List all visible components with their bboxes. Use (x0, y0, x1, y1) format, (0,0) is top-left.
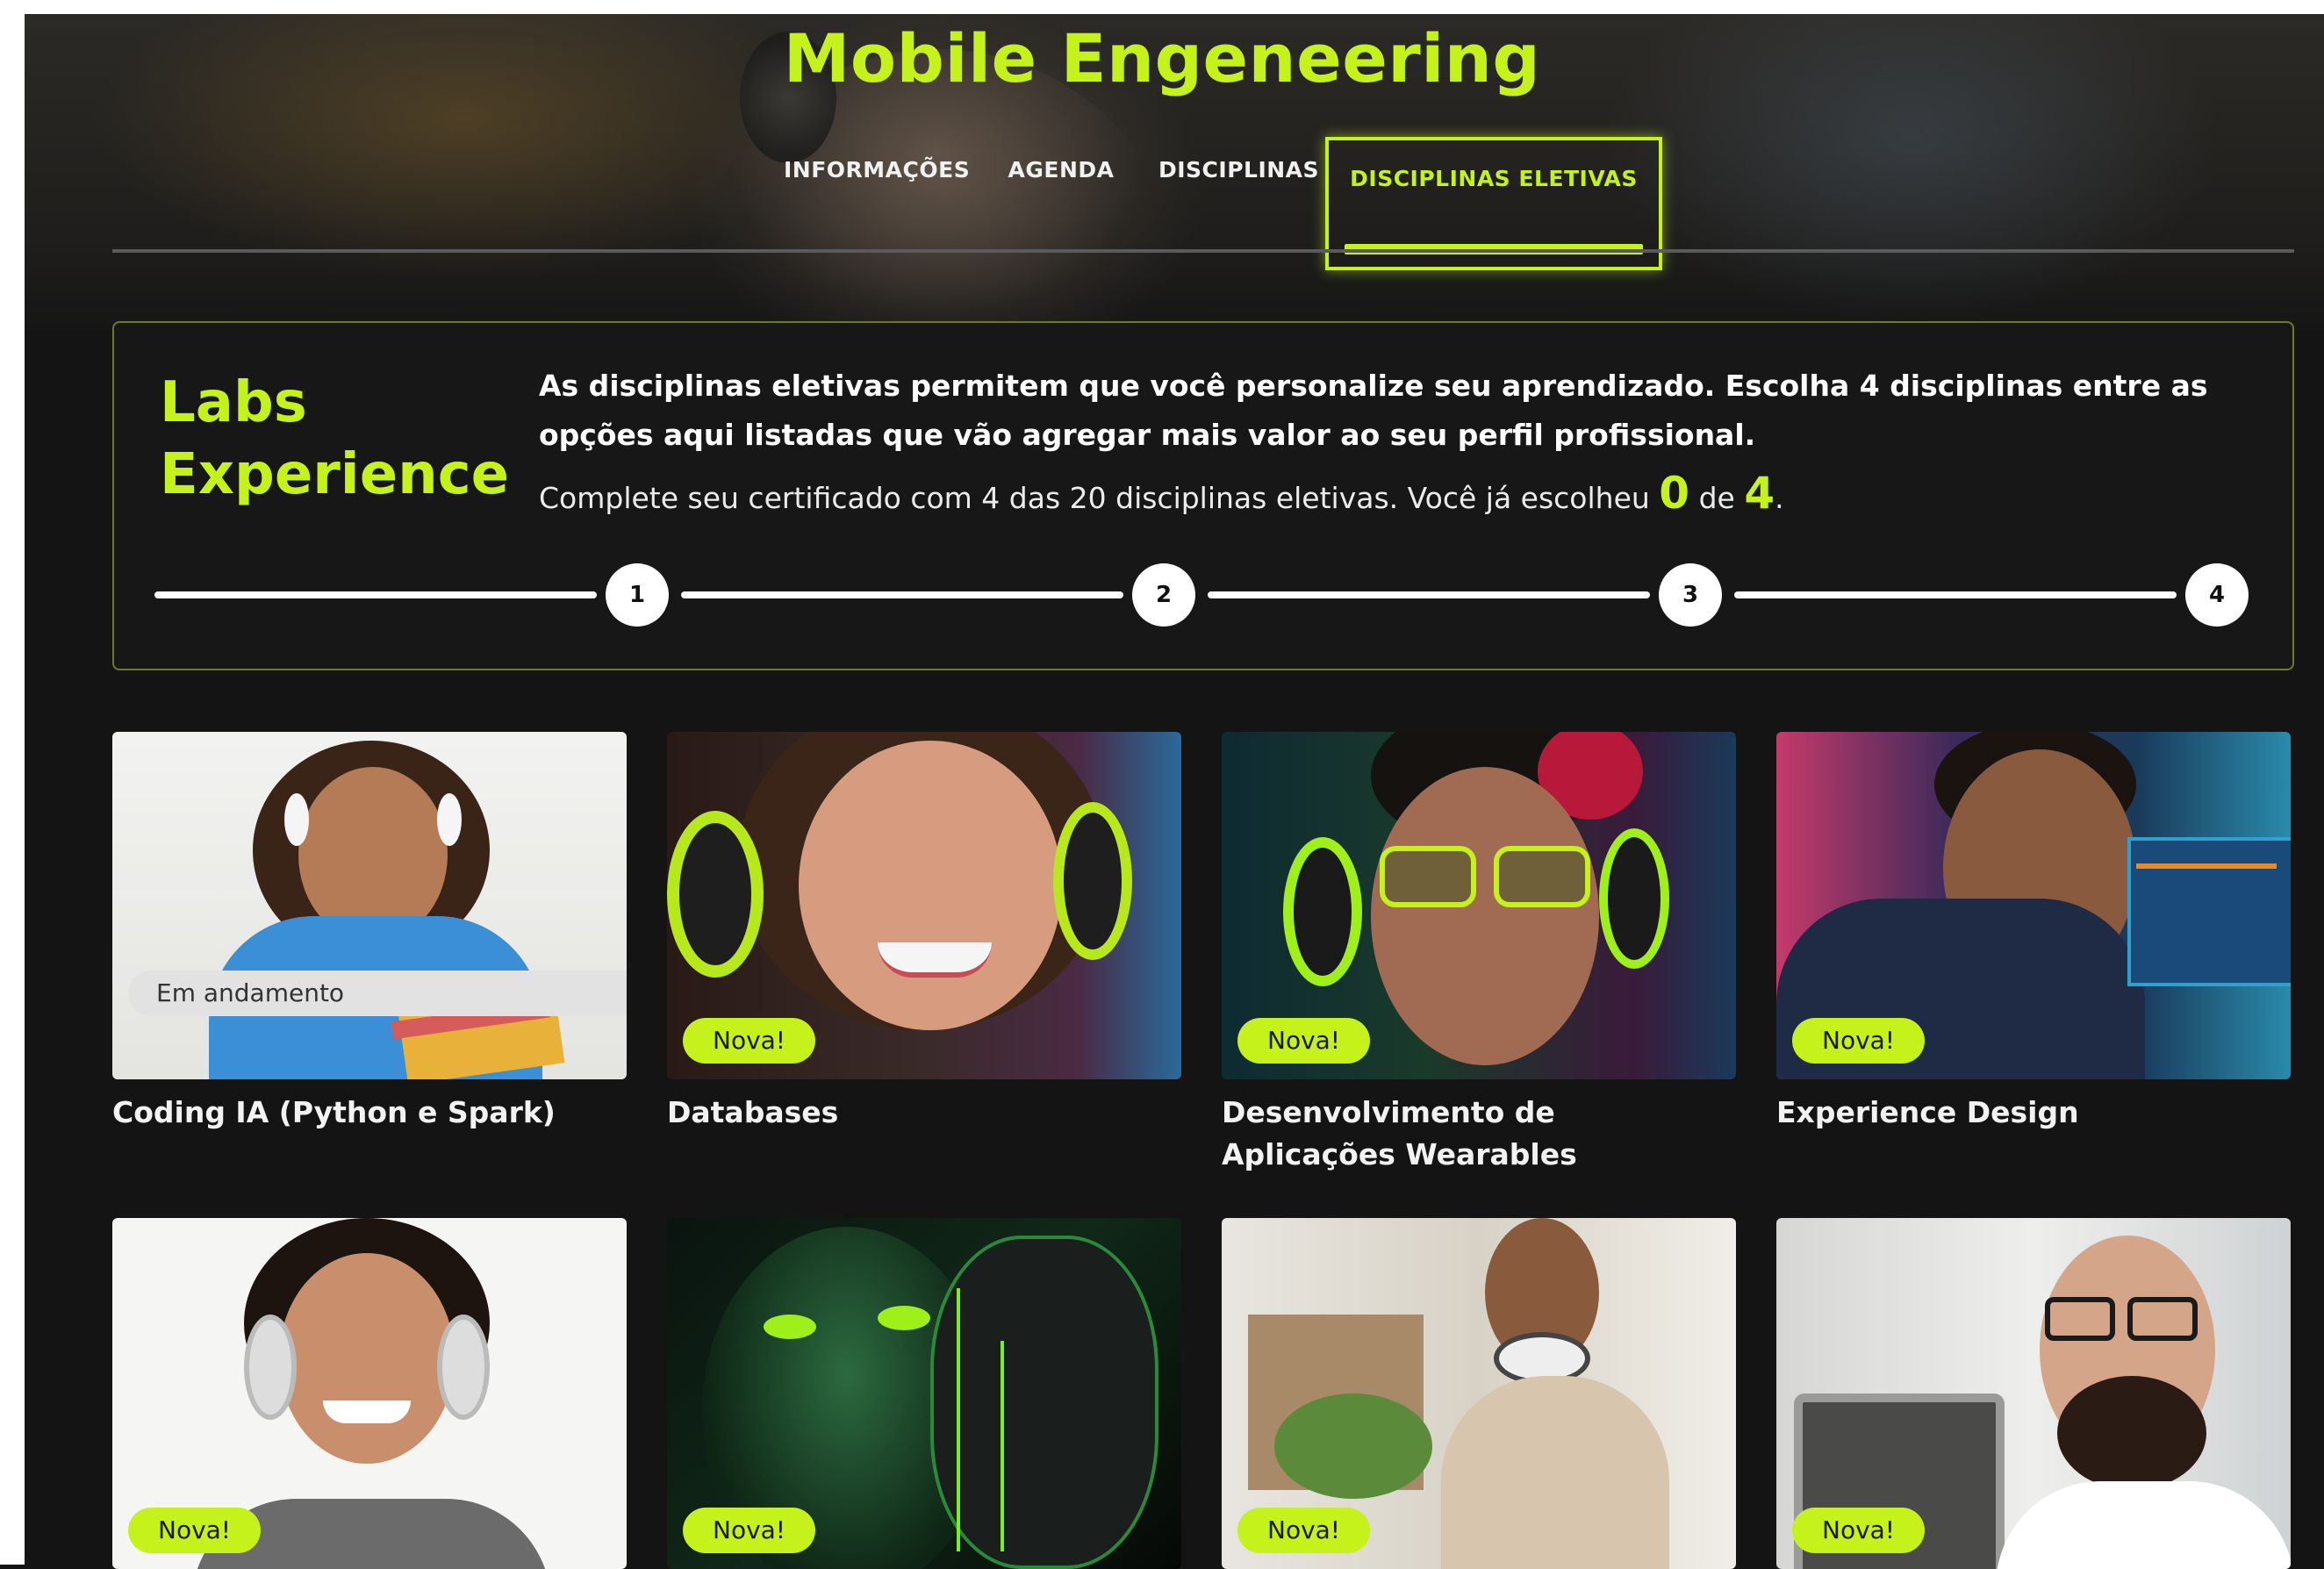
course-card[interactable]: Nova! Databases (667, 732, 1181, 1134)
labs-experience-panel: Labs Experience As disciplinas eletivas … (112, 321, 2294, 670)
course-title: Experience Design (1776, 1095, 2079, 1129)
electives-summary: Complete seu certificado com 4 das 20 di… (539, 467, 2259, 525)
course-title: Desenvolvimento de Aplicações Wearables (1222, 1095, 1577, 1171)
progress-segment (1734, 591, 2177, 598)
course-image: Nova! (112, 1218, 627, 1569)
tab-disciplinas-eletivas-label: DISCIPLINAS ELETIVAS (1350, 166, 1638, 191)
electives-description: As disciplinas eletivas permitem que voc… (539, 369, 2208, 452)
course-image: Nova! (1222, 1218, 1736, 1569)
progress-segment (1208, 591, 1650, 598)
chosen-count: 0 (1659, 468, 1690, 519)
course-image: Nova! (1222, 732, 1736, 1079)
tab-bar: INFORMAÇÕES AGENDA DISCIPLINAS DISCIPLIN… (0, 137, 2324, 270)
course-image: Nova! (1776, 1218, 2291, 1569)
progress-step-2: 2 (1132, 563, 1195, 627)
course-card[interactable]: Nova! (667, 1218, 1181, 1569)
tab-disciplinas[interactable]: DISCIPLINAS (1158, 137, 1319, 204)
course-card[interactable]: Nova! (1776, 1218, 2291, 1569)
selection-progress: 1 2 3 4 (154, 562, 2261, 628)
course-image: Nova! (667, 1218, 1181, 1569)
status-badge: Nova! (1237, 1018, 1371, 1064)
labs-title-line2: Experience (160, 442, 510, 507)
app-frame: Mobile Engeneering INFORMAÇÕES AGENDA DI… (0, 0, 2324, 1569)
status-badge: Nova! (1792, 1508, 1926, 1553)
status-badge: Em andamento (128, 971, 627, 1016)
progress-step-3: 3 (1659, 563, 1722, 627)
status-badge: Nova! (1792, 1018, 1926, 1064)
course-card[interactable]: Nova! (1222, 1218, 1736, 1569)
course-image: Nova! (667, 732, 1181, 1079)
progress-step-4: 4 (2185, 563, 2249, 627)
course-card[interactable]: Em andamento Coding IA (Python e Spark) (112, 732, 627, 1134)
progress-segment (681, 591, 1123, 598)
course-card[interactable]: Nova! Desenvolvimento de Aplicações Wear… (1222, 732, 1736, 1176)
window-top-edge (0, 0, 2324, 14)
progress-segment (154, 591, 597, 598)
page-title: Mobile Engeneering (783, 19, 1541, 97)
tab-informacoes[interactable]: INFORMAÇÕES (784, 137, 970, 204)
required-count: 4 (1744, 468, 1775, 519)
labs-experience-title: Labs Experience (160, 367, 511, 511)
course-image: Em andamento (112, 732, 627, 1079)
progress-step-1: 1 (606, 563, 669, 627)
course-title: Databases (667, 1095, 839, 1129)
status-badge: Nova! (683, 1508, 816, 1553)
course-title: Coding IA (Python e Spark) (112, 1095, 556, 1129)
status-badge: Nova! (1237, 1508, 1371, 1553)
status-badge: Nova! (683, 1018, 816, 1064)
status-badge: Nova! (128, 1508, 262, 1553)
tab-agenda[interactable]: AGENDA (1002, 137, 1120, 204)
course-image: Nova! (1776, 732, 2291, 1079)
course-card[interactable]: Nova! Experience Design (1776, 732, 2291, 1134)
labs-title-line1: Labs (160, 370, 307, 435)
summary-prefix: Complete seu certificado com 4 das 20 di… (539, 481, 1650, 515)
course-card[interactable]: Nova! (112, 1218, 627, 1569)
tab-divider (112, 249, 2294, 253)
summary-suffix: . (1775, 481, 1784, 515)
summary-mid: de (1698, 481, 1735, 515)
window-left-edge (0, 0, 25, 1565)
